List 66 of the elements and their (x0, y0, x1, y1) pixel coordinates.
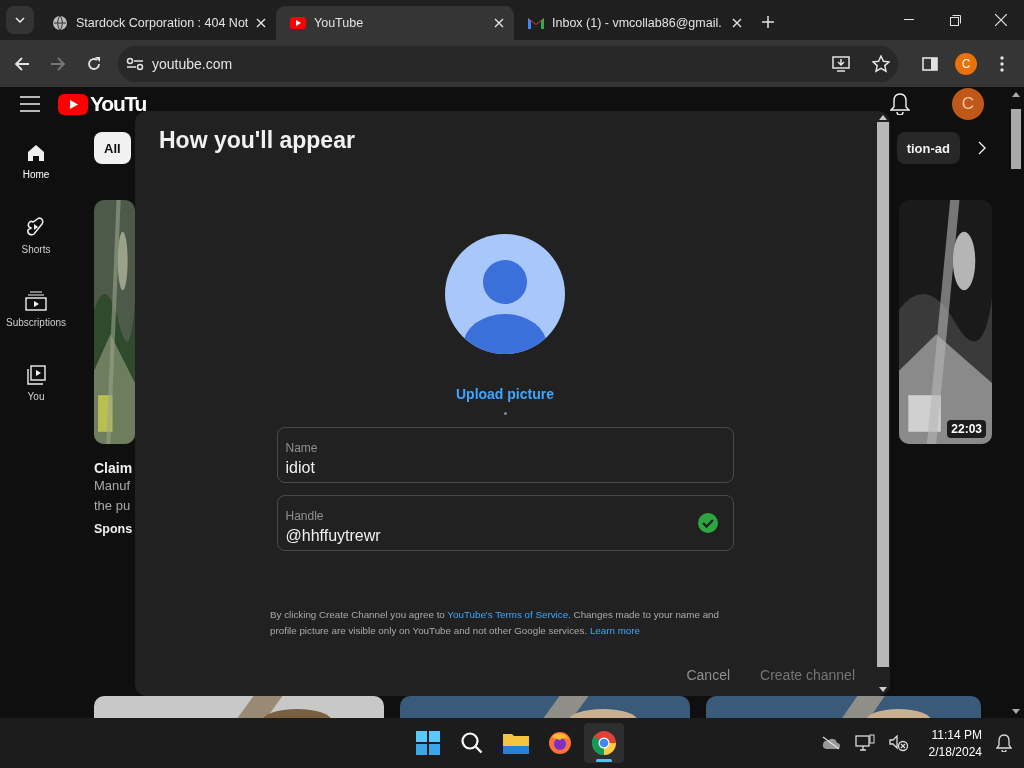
field-label: Handle (285, 509, 325, 523)
your-videos-icon (26, 364, 46, 385)
sidebar-item[interactable]: Subscriptions (0, 272, 72, 346)
chrome-icon[interactable] (591, 730, 617, 756)
terms-text: By clicking Create Channel you agree to YouTube's Terms of Service. Changes made to your name and profile picture are visible only on YouTube and not other Google services. Learn more (270, 608, 720, 638)
search-icon[interactable] (460, 731, 484, 755)
globe-icon (52, 15, 68, 31)
close-icon[interactable] (732, 18, 742, 28)
video-description: the pu (94, 497, 132, 515)
notifications-bell-icon[interactable] (996, 734, 1012, 752)
subscriptions-icon (25, 290, 47, 311)
dialog-button[interactable]: Cancel (674, 659, 743, 691)
scroll-down-icon[interactable] (1012, 709, 1020, 714)
sidebar-item[interactable]: You (0, 346, 72, 420)
sponsored-label: Spons (94, 522, 134, 536)
caret-icon (15, 17, 25, 23)
address-bar[interactable]: youtube.com (118, 45, 898, 82)
sidebar-item[interactable]: Shorts (0, 198, 72, 272)
notifications-bell-icon[interactable] (890, 93, 910, 115)
firefox-icon[interactable] (548, 731, 572, 755)
install-app-icon[interactable] (832, 55, 850, 72)
youtube-icon (290, 17, 306, 29)
dialog-title: How you'll appear (159, 127, 356, 154)
scrollbar-thumb[interactable] (1011, 109, 1021, 169)
browser-tab[interactable]: Inbox (1) - vmcollab86@gmail. (514, 6, 752, 40)
video-description: Manuf (94, 477, 132, 495)
home-icon (26, 142, 46, 163)
url-text: youtube.com (152, 55, 234, 72)
terms-link[interactable]: Learn more (589, 625, 640, 636)
field-label: Name (285, 441, 319, 455)
tab-title: Stardock Corporation : 404 Not (76, 16, 248, 30)
scroll-down-icon[interactable] (878, 687, 887, 692)
filter-chip[interactable]: All (94, 132, 131, 164)
menu-icon[interactable] (20, 96, 40, 112)
video-duration: 22:03 (947, 420, 986, 438)
scrollbar-thumb[interactable] (876, 122, 889, 667)
youtube-logo[interactable]: YouTu (58, 92, 147, 116)
filter-chip[interactable]: tion-ad (896, 132, 960, 164)
sidebar-item[interactable]: Home (0, 124, 72, 198)
progress-dot (503, 412, 507, 415)
tab-title: Inbox (1) - vmcollab86@gmail. (552, 16, 723, 30)
site-settings-icon[interactable] (126, 56, 144, 71)
text-field[interactable]: Handle @hhffuytrewr (276, 495, 734, 551)
taskbar-app[interactable] (584, 723, 624, 763)
windows-start-icon[interactable] (416, 731, 440, 755)
field-value: @hhffuytrewr (285, 527, 382, 545)
tab-title: YouTube (314, 16, 365, 30)
close-icon[interactable] (494, 18, 504, 28)
browser-tab[interactable]: Stardock Corporation : 404 Not (38, 6, 276, 40)
network-icon[interactable] (854, 734, 875, 752)
upload-picture-link[interactable]: Upload picture (456, 386, 554, 402)
close-icon[interactable] (256, 18, 266, 28)
clock[interactable]: 11:14 PM 2/18/2024 (928, 727, 982, 759)
video-title[interactable]: Claim (94, 460, 135, 476)
field-value: idiot (285, 459, 316, 477)
speaker-muted-icon[interactable] (888, 734, 909, 752)
browser-tab[interactable]: YouTube (276, 6, 514, 40)
shorts-icon (26, 215, 46, 238)
text-field[interactable]: Name idiot (276, 427, 734, 483)
gmail-icon (528, 17, 544, 29)
tab-search-button[interactable] (6, 6, 34, 34)
scroll-up-icon[interactable] (878, 115, 887, 120)
cloud-offline-icon[interactable] (820, 736, 841, 750)
folder-icon[interactable] (503, 732, 529, 754)
scroll-up-icon[interactable] (1012, 92, 1020, 97)
bookmark-star-icon[interactable] (872, 54, 890, 73)
